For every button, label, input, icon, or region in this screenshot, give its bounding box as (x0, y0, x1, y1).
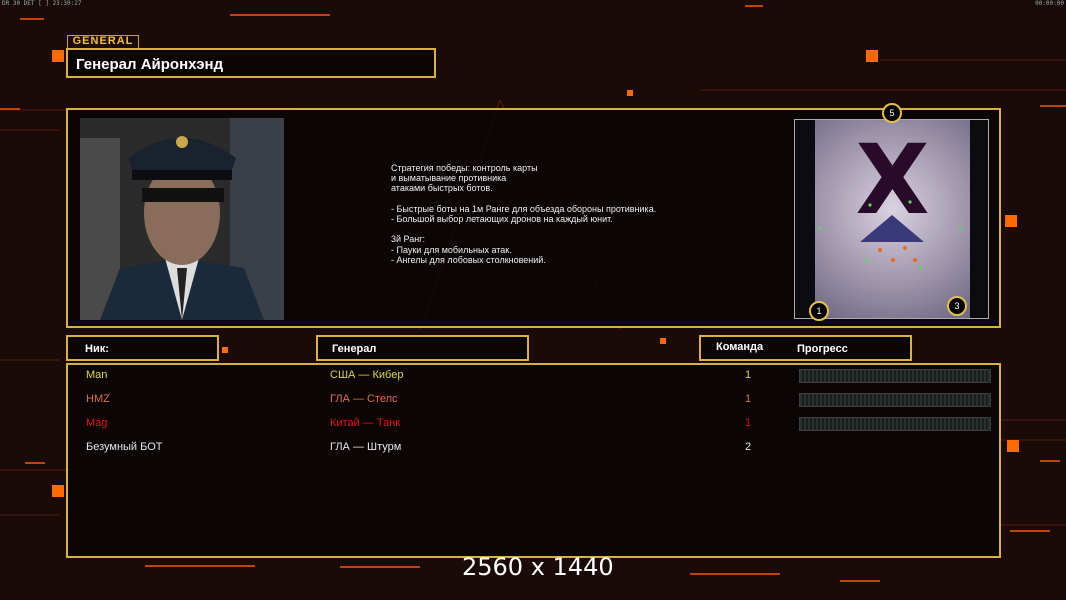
player-progress-bar (799, 369, 991, 383)
general-description: Стратегия победы: контроль карты и вымат… (391, 163, 657, 265)
general-header-label: Генерал (332, 343, 377, 355)
map-image: X (815, 120, 970, 318)
start-position-1-badge[interactable]: 1 (809, 301, 829, 321)
player-progress-bar (799, 417, 991, 431)
resolution-watermark: 2560 x 1440 (462, 553, 614, 581)
team-header-label: Команда (716, 341, 764, 353)
nick-header: Ник: (66, 335, 219, 361)
player-team: 1 (745, 417, 752, 429)
general-name: Генерал Айронхэнд (76, 56, 224, 73)
start-position-3-badge[interactable]: 3 (947, 296, 967, 316)
progress-header-label: Прогресс (797, 343, 848, 355)
player-row[interactable]: Mag Китай — Танк 1 (68, 414, 1003, 434)
player-nick: Безумный БОТ (86, 441, 163, 453)
player-general: Китай — Танк (330, 417, 401, 429)
status-bar: DR 30 DET [ ] 23:30:27 00:00:00 (0, 0, 1066, 8)
player-list: Man США — Кибер 1 HMZ ГЛА — Стелс 1 Mag … (66, 363, 1001, 558)
player-nick: Mag (86, 417, 108, 429)
general-tag: GENERAL (67, 35, 139, 49)
player-team: 1 (745, 393, 752, 405)
player-nick: HMZ (86, 393, 110, 405)
general-portrait (80, 118, 284, 320)
start-position-5-badge[interactable]: 5 (882, 103, 902, 123)
player-general: США — Кибер (330, 369, 404, 381)
player-row[interactable]: Man США — Кибер 1 (68, 366, 1003, 386)
player-team: 1 (745, 369, 752, 381)
nick-header-label: Ник: (85, 343, 109, 355)
team-progress-header: Команда Прогресс (699, 335, 912, 361)
general-title-panel: Генерал Айронхэнд (66, 48, 436, 78)
status-bar-left: DR 30 DET [ ] 23:30:27 (2, 0, 82, 7)
player-team: 2 (745, 441, 752, 453)
player-row[interactable]: Безумный БОТ ГЛА — Штурм 2 (68, 438, 1003, 458)
player-progress-bar (799, 393, 991, 407)
player-nick: Man (86, 369, 108, 381)
player-general: ГЛА — Штурм (330, 441, 402, 453)
player-general: ГЛА — Стелс (330, 393, 398, 405)
general-header: Генерал (316, 335, 529, 361)
player-row[interactable]: HMZ ГЛА — Стелс 1 (68, 390, 1003, 410)
clock: 00:00:00 (1035, 0, 1064, 7)
map-preview[interactable]: X (794, 119, 989, 319)
